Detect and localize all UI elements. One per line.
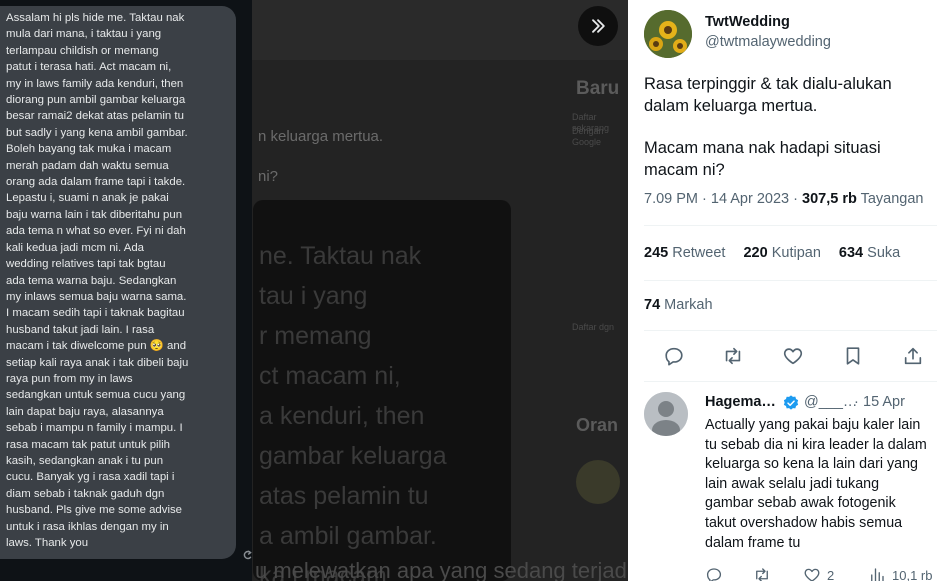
likes-count: 634 xyxy=(838,245,864,261)
background-text: n keluarga mertua. xyxy=(258,128,384,145)
reply-text: Actually yang pakai baju kaler lain tu s… xyxy=(705,417,927,551)
background-text: ni? xyxy=(258,168,279,185)
reply-likes-count: 2 xyxy=(827,567,835,581)
sunflower-avatar-image xyxy=(644,10,692,58)
author-handle[interactable]: @twtmalaywedding xyxy=(705,34,831,50)
heart-icon xyxy=(783,348,803,365)
quotes-stat[interactable]: 220 Kutipan xyxy=(743,245,820,261)
reply-icon xyxy=(706,568,722,581)
chat-message: Assalam hi pls hide me. Taktau nak mula … xyxy=(6,12,189,549)
divider xyxy=(644,330,937,331)
retweets-label: Retweet xyxy=(672,245,726,261)
tweet-stats: 245 Retweet 220 Kutipan 634 Suka xyxy=(644,245,914,261)
tweet-panel: TwtWedding @twtmalaywedding Rasa terping… xyxy=(628,0,937,581)
background-sidebar-title: Oran xyxy=(576,415,619,435)
bookmarks-count: 74 xyxy=(644,297,661,313)
reply-retweet-button[interactable] xyxy=(753,566,771,581)
reply-reply-button[interactable] xyxy=(705,566,723,581)
chat-bubble: Assalam hi pls hide me. Taktau nak mula … xyxy=(0,6,236,559)
share-icon xyxy=(904,347,922,365)
reply-date[interactable]: 15 Apr xyxy=(863,394,905,410)
share-icon xyxy=(243,550,252,560)
views-label: Tayangan xyxy=(860,191,924,207)
like-button[interactable] xyxy=(782,345,804,367)
retweet-button[interactable] xyxy=(722,345,744,367)
avatar[interactable] xyxy=(644,10,692,58)
reply-actions: 2 10,1 rb xyxy=(628,566,937,581)
heart-icon xyxy=(804,568,820,581)
views-icon xyxy=(871,568,884,581)
share-button[interactable] xyxy=(902,345,924,367)
tweet-date[interactable]: 14 Apr 2023 xyxy=(711,191,789,207)
author-name[interactable]: TwtWedding xyxy=(705,14,790,30)
divider xyxy=(644,225,937,226)
background-image-card: ne. Taktau nak tau i yang r memang ct ma… xyxy=(253,200,511,581)
tweet-paragraph: Rasa terpinggir & tak dialu-alukan dalam… xyxy=(644,75,892,115)
chevrons-right-icon xyxy=(592,19,605,33)
separator-dot: · xyxy=(854,394,859,410)
tweet-actions xyxy=(628,345,937,369)
retweets-stat[interactable]: 245 Retweet xyxy=(644,245,725,261)
background-header xyxy=(250,0,628,60)
reply-views-button[interactable]: 10,1 rb xyxy=(868,566,932,581)
background-sidebar-text: Dengan Google xyxy=(572,126,604,147)
background-card-text: ne. Taktau nak tau i yang r memang ct ma… xyxy=(259,242,447,581)
background-banner-text: u melewatkan apa yang sedang terjadi xyxy=(255,558,628,581)
bookmark-button[interactable] xyxy=(842,345,864,367)
reply-views-count: 10,1 rb xyxy=(892,567,933,581)
quotes-count: 220 xyxy=(743,245,768,261)
retweet-icon xyxy=(756,568,768,581)
divider xyxy=(644,381,937,382)
reply-author-handle[interactable]: @___… xyxy=(804,394,857,410)
likes-stat[interactable]: 634 Suka xyxy=(839,245,900,261)
tweet-meta: 7.09 PM · 14 Apr 2023 · 307,5 rb Tayanga… xyxy=(644,191,924,207)
reply-button[interactable] xyxy=(663,345,685,367)
bookmarks-stat[interactable]: 74 Markah xyxy=(644,297,713,313)
retweets-count: 245 xyxy=(644,245,669,261)
reply-like-button[interactable]: 2 xyxy=(803,566,834,581)
tweet-time[interactable]: 7.09 PM xyxy=(644,191,698,207)
bookmarks-label: Markah xyxy=(664,297,713,313)
verified-badge-icon xyxy=(783,395,799,410)
background-avatar xyxy=(576,460,620,504)
views-count: 307,5 rb xyxy=(802,191,857,207)
background-sidebar-title: Baru xyxy=(576,78,620,99)
background-sidebar: Baru Daftar sekarang Dengan Google Dafta… xyxy=(568,60,628,581)
reply-author-name[interactable]: Hagema… xyxy=(705,394,776,410)
reply-icon xyxy=(665,347,683,366)
background-sidebar-text: Daftar dgn xyxy=(572,322,615,332)
divider xyxy=(644,280,937,281)
bookmark-icon xyxy=(846,347,860,365)
tweet-paragraph: Macam mana nak hadapi situasi macam ni? xyxy=(644,139,881,179)
reply-avatar[interactable] xyxy=(644,392,688,436)
tweet-text: Rasa terpinggir & tak dialu-alukan dalam… xyxy=(644,73,934,201)
expand-button[interactable] xyxy=(578,6,618,46)
likes-label: Suka xyxy=(867,245,901,261)
media-image[interactable]: Assalam hi pls hide me. Taktau nak mula … xyxy=(0,0,252,581)
avatar-image xyxy=(644,392,688,436)
retweet-icon xyxy=(725,347,741,365)
quotes-label: Kutipan xyxy=(771,245,821,261)
